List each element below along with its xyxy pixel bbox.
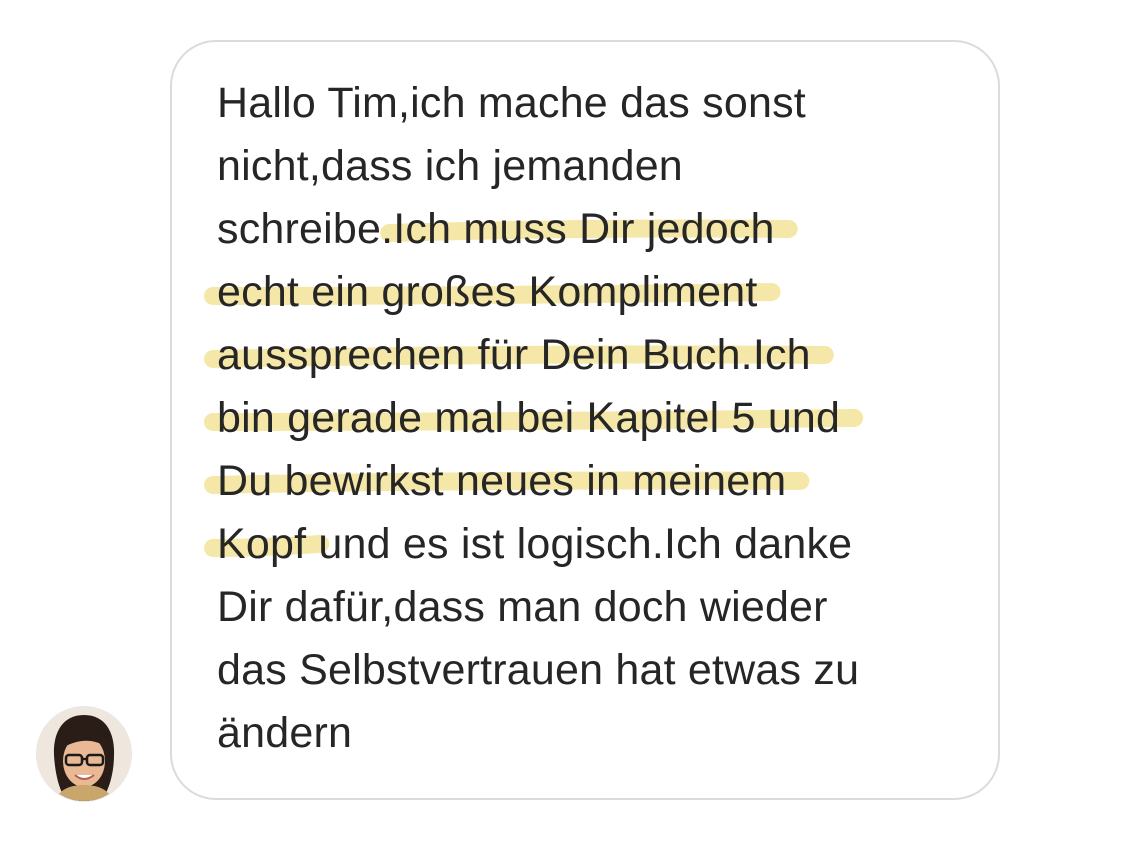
- message-line: bin gerade mal bei Kapitel 5 und: [217, 387, 977, 450]
- avatar-photo: [37, 707, 131, 801]
- message-text: Hallo Tim,ich mache das sonst nicht,dass…: [217, 72, 977, 765]
- user-avatar-icon[interactable]: [36, 706, 132, 802]
- highlighted-text: echt ein großes Kompliment: [217, 268, 758, 316]
- message-line: aussprechen für Dein Buch.Ich: [217, 324, 977, 387]
- highlighted-text: Du bewirkst neues in meinem: [217, 457, 787, 505]
- highlighted-text: Ich muss Dir jedoch: [393, 205, 775, 253]
- message-line: Du bewirkst neues in meinem: [217, 450, 977, 513]
- highlighted-text: bin gerade mal bei Kapitel 5 und: [217, 394, 841, 442]
- highlighted-text: aussprechen für Dein Buch.Ich: [217, 331, 811, 379]
- message-line: schreibe.Ich muss Dir jedoch: [217, 205, 775, 253]
- message-line: Kopf und es ist logisch.Ich danke: [217, 520, 853, 568]
- highlighted-text: Kopf: [217, 520, 307, 568]
- message-line: Hallo Tim,ich mache das sonst: [217, 79, 806, 127]
- message-line: echt ein großes Kompliment: [217, 261, 977, 324]
- message-line: Dir dafür,dass man doch wieder: [217, 583, 828, 631]
- message-line: das Selbstvertrauen hat etwas zu: [217, 646, 860, 694]
- message-line: nicht,dass ich jemanden: [217, 142, 683, 190]
- message-line: ändern: [217, 709, 353, 757]
- chat-thread: Hallo Tim,ich mache das sonst nicht,dass…: [0, 0, 1125, 842]
